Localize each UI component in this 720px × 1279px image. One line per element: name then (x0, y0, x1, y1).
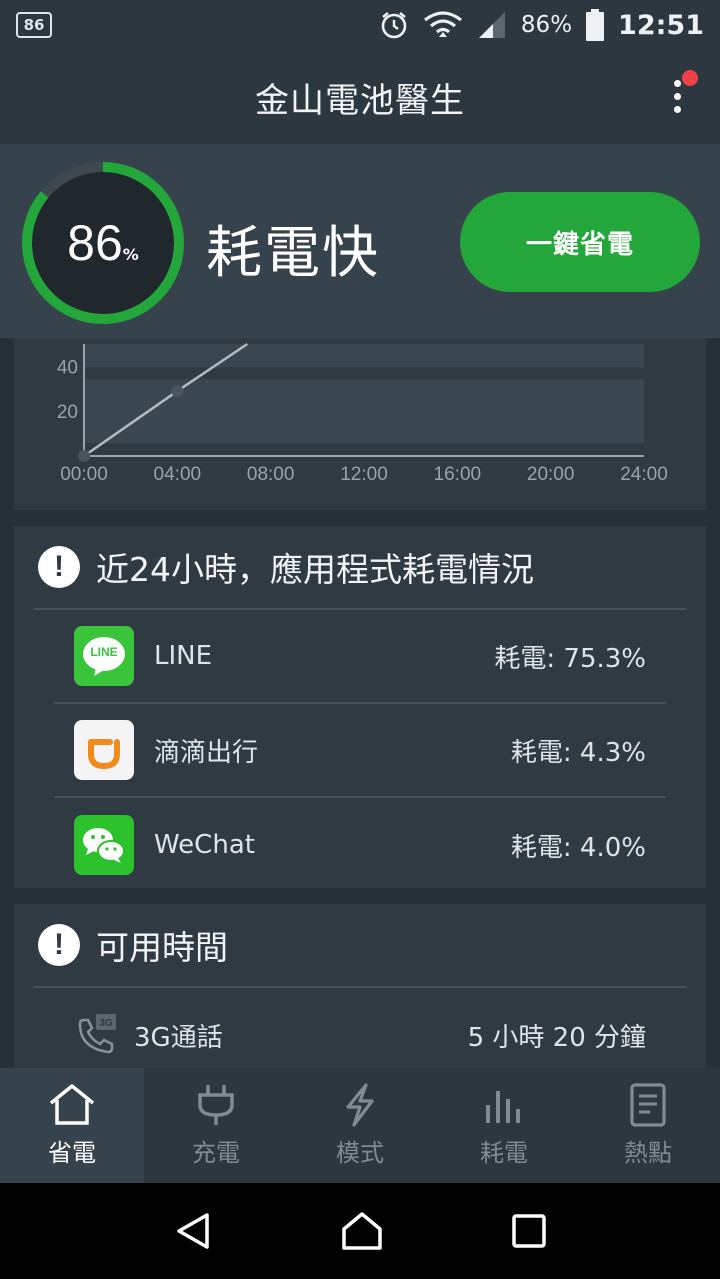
status-icons: 86% 12:51 (379, 9, 704, 41)
line-app-icon: LINE (74, 626, 134, 686)
battery-level: 86 (67, 215, 123, 271)
app-usage-value: 耗電: 75.3% (494, 643, 646, 674)
available-time-card: ! 可用時間 3G 3G通話 5 小時 20 分鐘 (14, 904, 706, 1068)
battery-chart-card: 20 40 00:00 04:00 08:00 12:00 16:00 20:00 24:00 (14, 338, 706, 510)
status-bar: 86 86% 12:51 (0, 0, 720, 50)
signal-icon (478, 12, 505, 38)
nav-tab-usage[interactable]: 耗電 (432, 1068, 576, 1183)
app-row-line[interactable]: LINE LINE 耗電: 75.3% (54, 610, 666, 704)
recents-icon[interactable] (511, 1213, 547, 1249)
nav-tab-mode[interactable]: 模式 (288, 1068, 432, 1183)
time-label: 3G通話 (134, 1022, 223, 1053)
nav-label: 耗電 (480, 1139, 528, 1167)
wechat-app-icon (74, 815, 134, 875)
chart-data-point (171, 385, 184, 398)
app-usage-value: 耗電: 4.0% (510, 832, 646, 863)
bar-chart-icon (486, 1091, 520, 1123)
app-name: LINE (154, 641, 213, 671)
chart-x-tick-label: 24:00 (620, 464, 668, 485)
clock: 12:51 (618, 9, 704, 41)
app-title: 金山電池醫生 (255, 80, 465, 121)
nav-label: 模式 (336, 1139, 384, 1167)
chart-x-tick-label: 04:00 (154, 464, 202, 485)
app-row-wechat[interactable]: WeChat 耗電: 4.0% (54, 798, 666, 892)
wifi-icon (423, 11, 462, 37)
time-row-3g-call: 3G 3G通話 5 小時 20 分鐘 (14, 988, 706, 1068)
chart-x-tick-label: 00:00 (60, 464, 108, 485)
nav-tab-save[interactable]: 省電 (0, 1068, 144, 1183)
bottom-navigation: 省電 充電 模式 耗電 熱點 (0, 1068, 720, 1183)
document-icon (630, 1083, 666, 1127)
nav-tab-charge[interactable]: 充電 (144, 1068, 288, 1183)
back-icon[interactable] (173, 1211, 213, 1251)
notification-badge (682, 70, 698, 86)
phone-3g-icon: 3G (78, 1014, 116, 1054)
exclamation-icon: ! (38, 924, 80, 966)
chart-x-tick-label: 12:00 (340, 464, 388, 485)
system-navigation-bar (0, 1183, 720, 1279)
app-usage-card: ! 近24小時，應用程式耗電情況 LINE LINE 耗電: 75.3% 滴滴出… (14, 526, 706, 888)
app-name: 滴滴出行 (154, 737, 259, 768)
chart-y-tick-label: 40 (57, 357, 78, 378)
battery-icon (586, 9, 605, 41)
app-row-didi[interactable]: 滴滴出行 耗電: 4.3% (54, 704, 666, 798)
chart-x-tick-label: 16:00 (434, 464, 482, 485)
app-usage-value: 耗電: 4.3% (510, 737, 646, 768)
app-usage-header: ! 近24小時，應用程式耗電情況 (34, 526, 686, 610)
app-name: WeChat (154, 830, 255, 860)
chart-band (84, 379, 644, 444)
battery-percent: 86% (520, 12, 573, 38)
app-bar: 金山電池醫生 (0, 50, 720, 144)
battery-chart: 20 40 00:00 04:00 08:00 12:00 16:00 20:00 24:00 (57, 342, 668, 485)
available-time-title: 可用時間 (96, 928, 228, 967)
nav-label: 充電 (192, 1139, 240, 1167)
chart-x-tick-label: 08:00 (247, 464, 295, 485)
lightning-icon (346, 1083, 374, 1127)
scroll-content[interactable]: 20 40 00:00 04:00 08:00 12:00 16:00 20:00 24:00 … (0, 338, 720, 1068)
chart-band (84, 344, 644, 368)
chart-y-tick-label: 20 (57, 402, 78, 423)
phone-3g-icon-text: 3G (99, 1018, 113, 1029)
line-icon-text: LINE (90, 645, 118, 659)
notification-icon: 86 (16, 12, 52, 38)
exclamation-icon: ! (38, 546, 80, 588)
nav-tab-hotspot[interactable]: 熱點 (576, 1068, 720, 1183)
chart-data-point (78, 450, 90, 462)
nav-label: 省電 (48, 1139, 96, 1167)
plug-icon (198, 1085, 234, 1125)
alarm-icon (381, 11, 407, 39)
battery-status: 耗電快 (206, 221, 380, 286)
battery-unit: % (122, 244, 139, 264)
time-value: 5 小時 20 分鐘 (467, 1022, 646, 1053)
home-icon (49, 1084, 95, 1125)
available-time-header: ! 可用時間 (34, 904, 686, 988)
didi-app-icon (74, 720, 134, 780)
chart-x-tick-label: 20:00 (527, 464, 575, 485)
battery-gauge: 86 % (18, 158, 188, 328)
overflow-menu-button[interactable] (662, 70, 698, 118)
one-tap-save-button[interactable]: 一鍵省電 (460, 192, 700, 292)
nav-label: 熱點 (624, 1139, 672, 1167)
app-usage-title: 近24小時，應用程式耗電情況 (96, 550, 534, 589)
home-nav-icon[interactable] (340, 1211, 384, 1251)
battery-header: 86 % 耗電快 一鍵省電 (0, 144, 720, 338)
